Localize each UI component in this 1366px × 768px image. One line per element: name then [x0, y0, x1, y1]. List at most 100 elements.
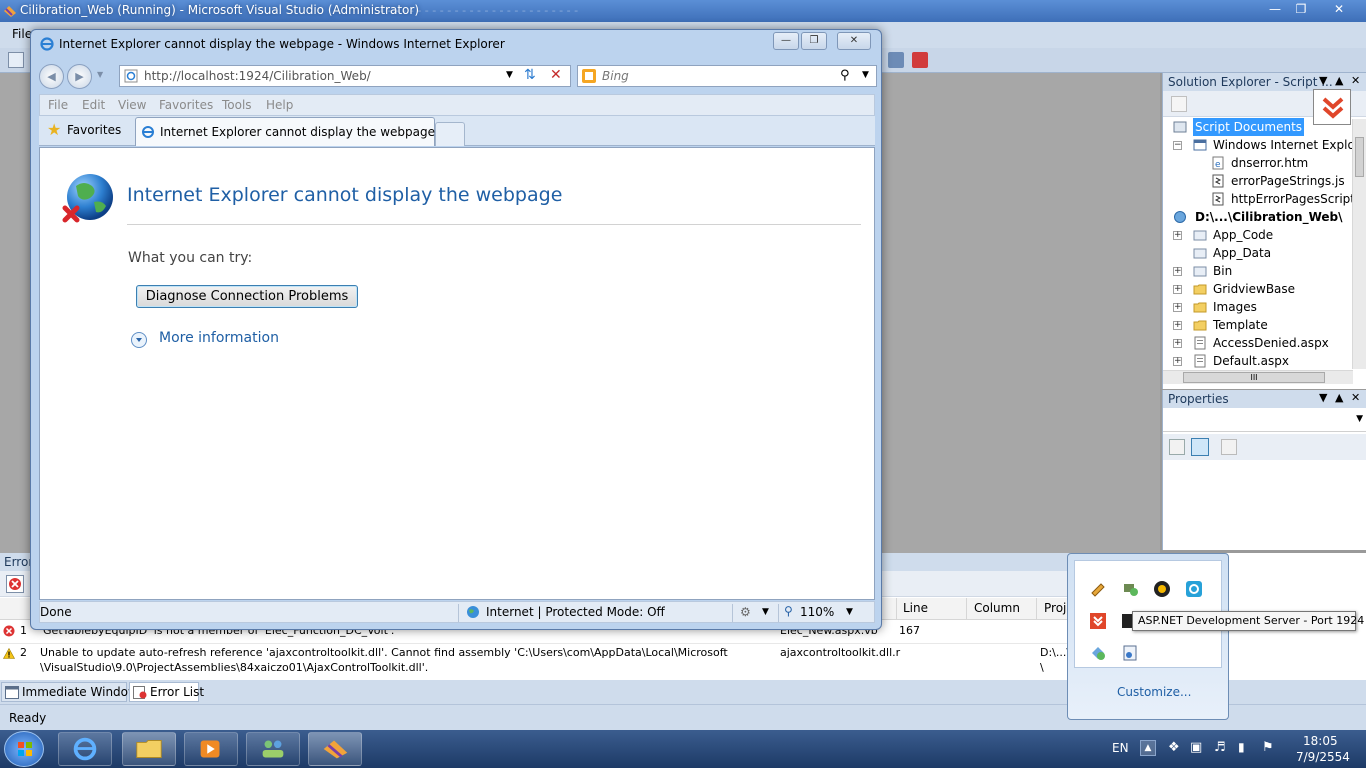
taskbar-ie-button[interactable]: [58, 732, 112, 766]
taskbar-media-button[interactable]: [184, 732, 238, 766]
stop-icon[interactable]: [912, 52, 928, 68]
forward-button[interactable]: ▶: [67, 64, 92, 89]
media-center-icon[interactable]: [1153, 580, 1171, 598]
show-hidden-icons-button[interactable]: ▲: [1140, 740, 1156, 756]
compatibility-icon[interactable]: ⚙: [740, 605, 751, 619]
address-dropdown-icon[interactable]: ▼: [506, 70, 513, 80]
ie-maximize-button[interactable]: ❐: [801, 32, 827, 50]
language-indicator[interactable]: EN: [1112, 741, 1129, 755]
close-button[interactable]: ✕: [1326, 1, 1352, 19]
maximize-button[interactable]: ❐: [1288, 1, 1314, 19]
ie-status-bar: Done Internet | Protected Mode: Off ⚙ ▼ …: [39, 601, 875, 623]
expand-toggle[interactable]: +: [1173, 303, 1182, 312]
address-bar[interactable]: http://localhost:1924/Cilibration_Web/ ▼…: [119, 65, 571, 87]
ie-minimize-button[interactable]: —: [773, 32, 799, 50]
ie-menu-favorites[interactable]: Favorites: [159, 98, 213, 112]
special-folder-icon: [1193, 266, 1207, 277]
start-button[interactable]: [4, 731, 44, 767]
ie-menu-edit[interactable]: Edit: [82, 98, 105, 112]
recent-pages-icon[interactable]: ▼: [97, 70, 103, 79]
network-icon[interactable]: ▮: [1238, 740, 1245, 754]
refresh-icon[interactable]: ⇅: [524, 67, 536, 83]
favorites-button[interactable]: ★ Favorites: [43, 120, 127, 142]
zoom-dropdown-icon[interactable]: ▼: [846, 607, 853, 617]
expand-toggle[interactable]: +: [1173, 285, 1182, 294]
expand-toggle[interactable]: +: [1173, 321, 1182, 330]
scroll-thumb[interactable]: [1355, 137, 1364, 177]
ie-menu-view[interactable]: View: [118, 98, 146, 112]
search-options-icon[interactable]: ▼: [862, 70, 869, 80]
taskbar-visual-studio-button[interactable]: [308, 732, 362, 766]
table-row[interactable]: 2 Unable to update auto-refresh referenc…: [0, 643, 1070, 677]
properties-icon[interactable]: [1171, 96, 1187, 112]
taskbar-users-button[interactable]: [246, 732, 300, 766]
browser-window-icon: [1193, 139, 1207, 151]
debug-icon[interactable]: [888, 52, 904, 68]
back-button[interactable]: ◀: [39, 64, 64, 89]
tab-current-page[interactable]: Internet Explorer cannot display the web…: [135, 117, 435, 146]
flashget-icon[interactable]: [1089, 612, 1107, 630]
expand-toggle[interactable]: +: [1173, 357, 1182, 366]
expand-toggle[interactable]: +: [1173, 339, 1182, 348]
close-icon[interactable]: ✕: [1351, 391, 1360, 404]
notification-overflow-popup: Customize...: [1067, 553, 1229, 720]
object-selector[interactable]: ▼: [1163, 410, 1366, 432]
toolbar-icon[interactable]: [8, 52, 24, 68]
ie-menu-tools[interactable]: Tools: [222, 98, 252, 112]
hscroll-thumb[interactable]: III: [1183, 372, 1325, 383]
windows-logo-icon: [18, 742, 32, 756]
customize-link[interactable]: Customize...: [1117, 685, 1191, 699]
categorized-icon[interactable]: [1169, 439, 1185, 455]
action-center-flag-icon[interactable]: ⚑: [1262, 740, 1274, 755]
volume-icon[interactable]: ♬: [1214, 740, 1226, 755]
clock-time[interactable]: 18:05: [1303, 734, 1338, 748]
column-line[interactable]: Line: [903, 601, 928, 615]
pin-icon[interactable]: ▲: [1335, 74, 1343, 87]
expand-toggle[interactable]: +: [1173, 267, 1182, 276]
flashget-icon[interactable]: [1313, 89, 1351, 125]
folder-icon: [1193, 302, 1207, 313]
safely-remove-icon[interactable]: [1089, 644, 1107, 662]
solution-explorer-title: Solution Explorer - Script ...: [1168, 75, 1333, 89]
dropdown-icon[interactable]: ▼: [1319, 391, 1327, 404]
bluetooth-icon[interactable]: ❖: [1168, 740, 1180, 755]
security-zone[interactable]: Internet | Protected Mode: Off: [486, 605, 665, 619]
tree-horizontal-scrollbar[interactable]: III: [1163, 370, 1353, 384]
globe-error-icon: [62, 174, 113, 223]
script-folder-icon: [1173, 121, 1187, 133]
ie-menu-file[interactable]: File: [48, 98, 68, 112]
taskbar-explorer-button[interactable]: [122, 732, 176, 766]
search-box[interactable]: Bing ⚲ ▼: [577, 65, 877, 87]
tree-vertical-scrollbar[interactable]: [1352, 119, 1366, 369]
visual-studio-icon: [323, 740, 348, 759]
close-icon[interactable]: ✕: [1351, 74, 1360, 87]
dropdown-icon[interactable]: ▼: [1319, 74, 1327, 87]
zoom-level[interactable]: 110%: [800, 605, 834, 619]
clock-date[interactable]: 7/9/2554: [1296, 750, 1350, 764]
pencil-tool-icon[interactable]: [1089, 580, 1107, 598]
search-icon[interactable]: ⚲: [840, 68, 850, 83]
sync-app-icon[interactable]: [1185, 580, 1203, 598]
alphabetical-icon[interactable]: [1191, 438, 1209, 456]
ie-close-button[interactable]: ✕: [837, 32, 871, 50]
compatibility-dropdown-icon[interactable]: ▼: [762, 607, 769, 617]
ie-favorites-bar: ★ Favorites Internet Explorer cannot dis…: [39, 116, 875, 146]
minimize-button[interactable]: —: [1262, 1, 1288, 19]
tab-immediate-window[interactable]: Immediate Window: [1, 682, 138, 702]
usb-icon[interactable]: ▣: [1190, 740, 1202, 755]
tab-error-list[interactable]: Error List: [129, 682, 204, 702]
property-pages-icon[interactable]: [1221, 439, 1237, 455]
collapse-toggle[interactable]: −: [1173, 141, 1182, 150]
diagnose-connection-button[interactable]: Diagnose Connection Problems: [136, 285, 358, 308]
internet-zone-icon: [467, 606, 479, 618]
network-monitor-icon[interactable]: [1121, 580, 1139, 598]
new-tab-button[interactable]: [435, 122, 465, 146]
stop-icon[interactable]: ✕: [550, 67, 562, 83]
column-column[interactable]: Column: [974, 601, 1020, 615]
solution-explorer: Solution Explorer - Script ... ▼ ▲ ✕ Scr…: [1162, 73, 1366, 389]
ie-menu-help[interactable]: Help: [266, 98, 293, 112]
pin-icon[interactable]: ▲: [1335, 391, 1343, 404]
aspnet-server-icon[interactable]: [1121, 644, 1139, 662]
errors-filter-button[interactable]: [6, 575, 24, 593]
expand-toggle[interactable]: +: [1173, 231, 1182, 240]
